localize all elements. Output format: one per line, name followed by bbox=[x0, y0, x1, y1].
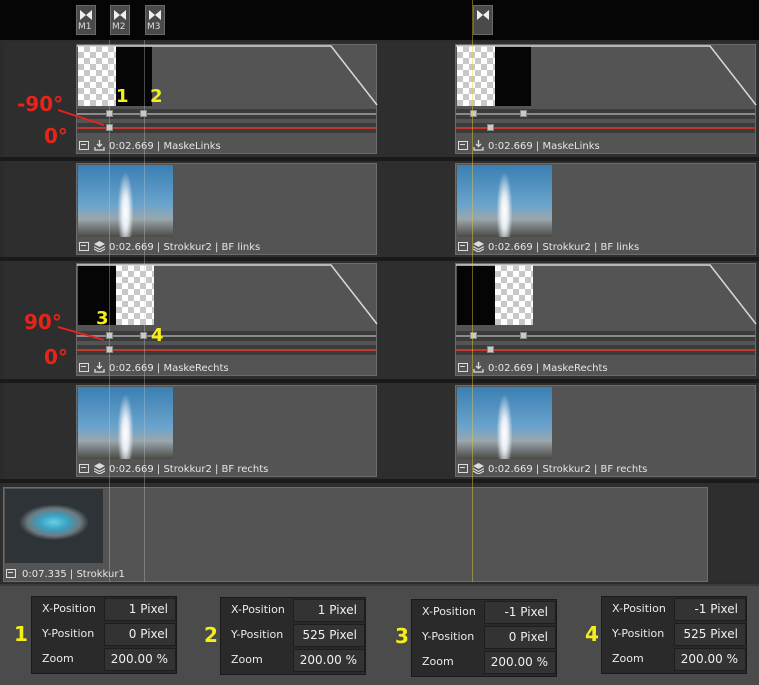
annotation-number-4: 4 bbox=[151, 325, 164, 346]
x-position-label: X-Position bbox=[612, 602, 666, 615]
y-position-field[interactable]: 525 Pixel bbox=[674, 623, 746, 646]
annotation-number-1: 1 bbox=[116, 86, 129, 107]
x-position-label: X-Position bbox=[422, 605, 476, 618]
zoom-field[interactable]: 200.00 % bbox=[104, 648, 176, 671]
y-position-field[interactable]: 525 Pixel bbox=[293, 624, 365, 647]
property-set-number: 4 bbox=[585, 622, 599, 646]
annotation-angle-0-a: 0° bbox=[44, 124, 68, 148]
annotation-number-2: 2 bbox=[150, 86, 163, 107]
y-position-field[interactable]: 0 Pixel bbox=[484, 626, 556, 649]
zoom-label: Zoom bbox=[231, 653, 263, 666]
x-position-label: X-Position bbox=[231, 603, 285, 616]
x-position-field[interactable]: 1 Pixel bbox=[104, 598, 176, 621]
annotation-lines bbox=[57, 109, 105, 341]
x-position-field[interactable]: -1 Pixel bbox=[484, 601, 556, 624]
zoom-field[interactable]: 200.00 % bbox=[293, 649, 365, 672]
property-set-number: 3 bbox=[395, 624, 409, 648]
annotation-angle-90: 90° bbox=[24, 310, 62, 334]
annotation-angle-0-b: 0° bbox=[44, 345, 68, 369]
y-position-label: Y-Position bbox=[231, 628, 284, 641]
property-panel: 1 X-Position 1 Pixel Y-Position 0 Pixel Zo… bbox=[0, 584, 759, 685]
x-position-label: X-Position bbox=[42, 602, 96, 615]
zoom-label: Zoom bbox=[612, 652, 644, 665]
annotation-angle-neg90: -90° bbox=[17, 92, 64, 116]
zoom-field[interactable]: 200.00 % bbox=[484, 651, 556, 674]
y-position-label: Y-Position bbox=[612, 627, 665, 640]
property-set-number: 1 bbox=[14, 622, 28, 646]
x-position-field[interactable]: -1 Pixel bbox=[674, 598, 746, 621]
y-position-label: Y-Position bbox=[42, 627, 95, 640]
zoom-field[interactable]: 200.00 % bbox=[674, 648, 746, 671]
property-table-4: X-Position -1 Pixel Y-Position 525 Pixel Z… bbox=[601, 596, 747, 674]
zoom-label: Zoom bbox=[422, 655, 454, 668]
x-position-field[interactable]: 1 Pixel bbox=[293, 599, 365, 622]
property-table-2: X-Position 1 Pixel Y-Position 525 Pixel Zo… bbox=[220, 597, 366, 675]
annotation-number-3: 3 bbox=[96, 308, 109, 329]
y-position-label: Y-Position bbox=[422, 630, 475, 643]
y-position-field[interactable]: 0 Pixel bbox=[104, 623, 176, 646]
property-table-1: X-Position 1 Pixel Y-Position 0 Pixel Zoom… bbox=[31, 596, 177, 674]
zoom-label: Zoom bbox=[42, 652, 74, 665]
property-table-3: X-Position -1 Pixel Y-Position 0 Pixel Zoo… bbox=[411, 599, 557, 677]
property-set-number: 2 bbox=[204, 623, 218, 647]
